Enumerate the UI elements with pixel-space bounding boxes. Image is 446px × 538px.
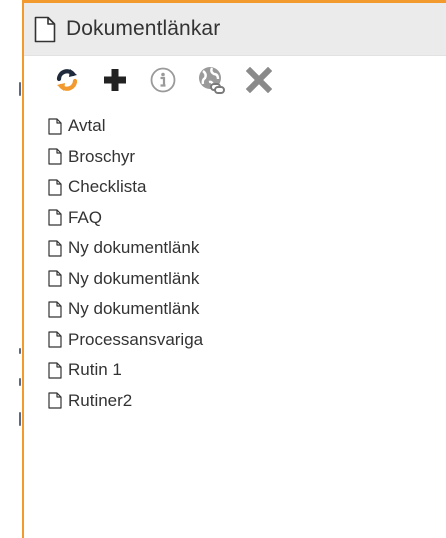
info-icon	[150, 67, 176, 93]
add-button[interactable]	[98, 63, 132, 97]
edge-mark	[19, 378, 21, 386]
list-item[interactable]: Checklista	[24, 172, 446, 203]
document-icon	[34, 16, 56, 42]
list-item[interactable]: Ny dokumentlänk	[24, 264, 446, 295]
toolbar	[24, 56, 446, 104]
list-item[interactable]: Avtal	[24, 111, 446, 142]
list-item-label: Ny dokumentlänk	[68, 238, 200, 258]
file-icon	[48, 301, 62, 318]
list-item[interactable]: Ny dokumentlänk	[24, 294, 446, 325]
file-icon	[48, 392, 62, 409]
background-window-edge	[0, 0, 22, 538]
file-icon	[48, 331, 62, 348]
list-item[interactable]: Rutin 1	[24, 355, 446, 386]
document-links-panel: Dokumentlänkar Avtal Broschyr Checklista…	[22, 0, 446, 538]
list-item-label: Ny dokumentlänk	[68, 299, 200, 319]
list-item-label: Ny dokumentlänk	[68, 268, 200, 288]
web-link-icon	[199, 67, 225, 94]
list-item-label: Rutin 1	[68, 360, 122, 380]
web-link-button[interactable]	[194, 63, 228, 97]
file-icon	[48, 179, 62, 196]
add-icon	[104, 69, 126, 91]
file-icon	[48, 209, 62, 226]
list-item-label: FAQ	[68, 207, 103, 227]
delete-icon	[246, 67, 272, 93]
refresh-button[interactable]	[50, 63, 84, 97]
list-item-label: Processansvariga	[68, 329, 204, 349]
file-icon	[48, 362, 62, 379]
file-icon	[48, 240, 62, 257]
document-list: Avtal Broschyr Checklista FAQ Ny dokumen…	[24, 104, 446, 416]
file-icon	[48, 270, 62, 287]
list-item[interactable]: Processansvariga	[24, 325, 446, 356]
list-item[interactable]: Broschyr	[24, 142, 446, 173]
edge-mark	[19, 412, 21, 426]
file-icon	[48, 118, 62, 135]
refresh-icon	[56, 69, 78, 91]
panel-title: Dokumentlänkar	[66, 17, 221, 40]
list-item[interactable]: FAQ	[24, 203, 446, 234]
list-item-label: Rutiner2	[68, 390, 133, 410]
list-item-label: Avtal	[68, 116, 106, 136]
list-item[interactable]: Rutiner2	[24, 386, 446, 417]
panel-header: Dokumentlänkar	[24, 3, 446, 56]
delete-button[interactable]	[242, 63, 276, 97]
list-item-label: Checklista	[68, 177, 147, 197]
info-button[interactable]	[146, 63, 180, 97]
edge-mark	[19, 82, 21, 96]
edge-mark	[19, 348, 21, 354]
list-item[interactable]: Ny dokumentlänk	[24, 233, 446, 264]
file-icon	[48, 148, 62, 165]
list-item-label: Broschyr	[68, 146, 136, 166]
